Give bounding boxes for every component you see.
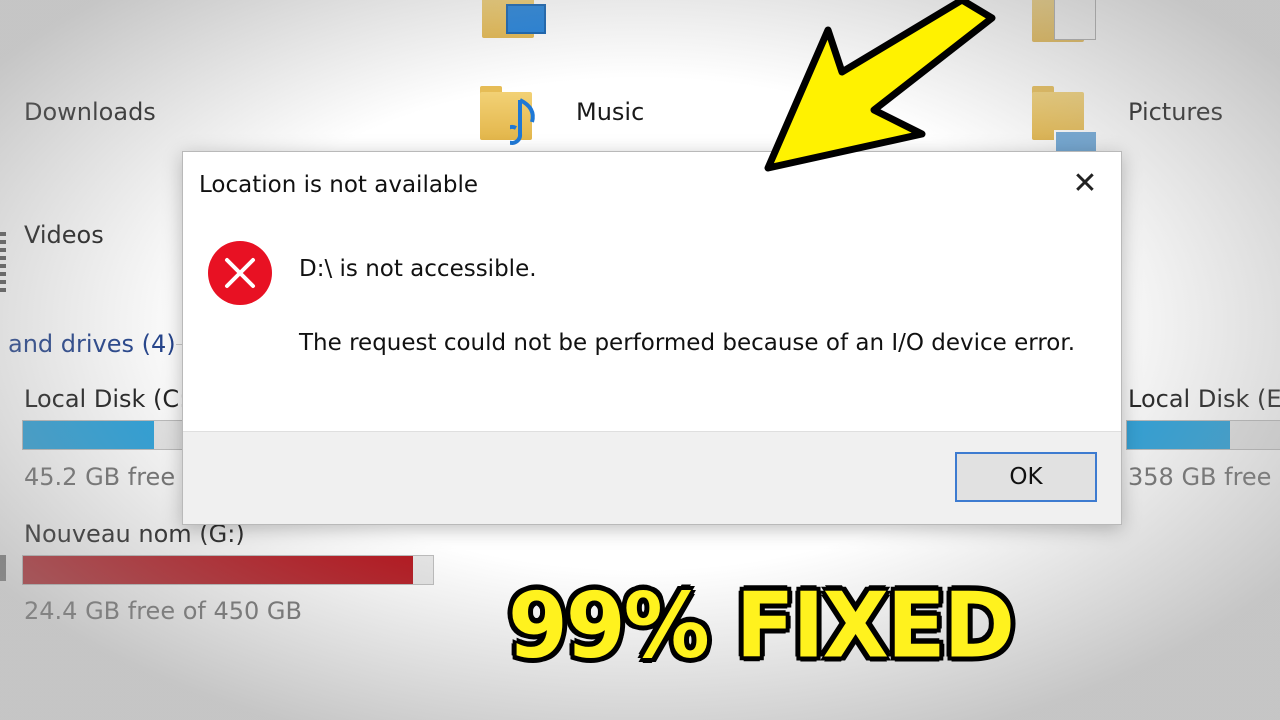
- folder-icon: [1032, 0, 1096, 42]
- drive-free-g: 24.4 GB free of 450 GB: [24, 597, 302, 625]
- folder-label-pictures[interactable]: Pictures: [1128, 98, 1223, 126]
- folder-label-music[interactable]: Music: [576, 98, 644, 126]
- music-folder-icon[interactable]: [480, 86, 535, 145]
- arrow-shape: [764, 0, 996, 172]
- desktop-overlay-icon: [506, 4, 546, 34]
- dialog-title: Location is not available: [199, 172, 479, 198]
- drive-free-c: 45.2 GB free o: [24, 463, 198, 491]
- arrow-icon: [764, 0, 996, 172]
- drive-usage-bar-e: [1126, 420, 1280, 450]
- drive-label-c[interactable]: Local Disk (C:): [24, 385, 197, 413]
- folder-label-downloads[interactable]: Downloads: [24, 98, 156, 126]
- drive-icon: [0, 555, 6, 581]
- close-icon[interactable]: ✕: [1067, 166, 1103, 202]
- dialog-footer: OK: [183, 431, 1121, 524]
- document-overlay-icon: [1054, 0, 1096, 40]
- drive-free-e: 358 GB free o: [1128, 463, 1280, 491]
- error-icon: [208, 241, 272, 305]
- drives-section-header[interactable]: and drives (4): [8, 330, 176, 358]
- folder-label-videos[interactable]: Videos: [24, 221, 104, 249]
- music-note-icon: [510, 98, 535, 145]
- drive-label-e[interactable]: Local Disk (E:): [1128, 385, 1280, 413]
- error-dialog: Location is not available ✕ D:\ is not a…: [182, 151, 1122, 525]
- drive-usage-bar-g: [22, 555, 434, 585]
- film-strip-icon: [0, 232, 6, 292]
- error-message-secondary: The request could not be performed becau…: [299, 330, 1076, 356]
- folder-icon: [482, 0, 546, 38]
- drive-usage-fill-c: [23, 421, 154, 449]
- ok-button[interactable]: OK: [955, 452, 1097, 502]
- drive-usage-fill-g: [23, 556, 413, 584]
- drive-usage-fill-e: [1127, 421, 1230, 449]
- pictures-folder-icon[interactable]: [1032, 86, 1098, 154]
- headline-text: 99% FIXED: [508, 573, 1015, 679]
- error-message-primary: D:\ is not accessible.: [299, 256, 537, 282]
